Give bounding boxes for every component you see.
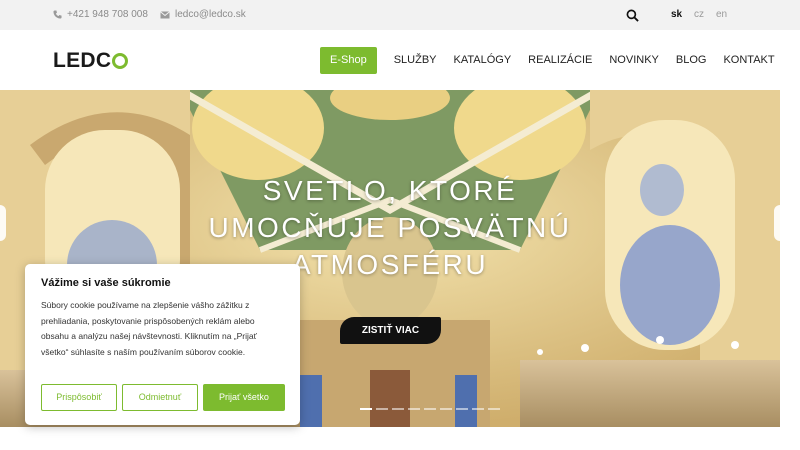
slider-dot[interactable]: [440, 408, 452, 410]
phone-contact[interactable]: +421 948 708 008: [53, 9, 148, 20]
slider-dots: [360, 408, 500, 410]
cookie-consent-dialog: Vážime si vaše súkromie Súbory cookie po…: [25, 264, 300, 425]
lang-cz[interactable]: cz: [694, 9, 704, 20]
nav-item-realizacie[interactable]: REALIZÁCIE: [528, 47, 592, 74]
nav-item-novinky[interactable]: NOVINKY: [609, 47, 659, 74]
slider-dot[interactable]: [424, 408, 436, 410]
cookie-text: Súbory cookie používame na zlepšenie váš…: [41, 300, 257, 357]
lang-en[interactable]: en: [716, 9, 727, 20]
slider-dot[interactable]: [456, 408, 468, 410]
page-right-margin: [780, 90, 800, 427]
nav-item-kontakt[interactable]: KONTAKT: [723, 47, 774, 74]
logo[interactable]: LEDC: [53, 49, 129, 73]
slider-dot[interactable]: [360, 408, 372, 410]
top-bar: +421 948 708 008 ledco@ledco.sk sk cz en: [0, 0, 800, 30]
main-nav: E-Shop SLUŽBY KATALÓGY REALIZÁCIE NOVINK…: [320, 47, 792, 74]
slider-prev-arrow[interactable]: [0, 205, 6, 241]
nav-item-blog[interactable]: BLOG: [676, 47, 707, 74]
logo-ring-icon: [112, 53, 129, 69]
slider-dot[interactable]: [488, 408, 500, 410]
search-icon[interactable]: [626, 9, 639, 22]
header: LEDC E-Shop SLUŽBY KATALÓGY REALIZÁCIE N…: [0, 30, 800, 90]
slider-dot[interactable]: [376, 408, 388, 410]
learn-more-button[interactable]: ZISTIŤ VIAC: [340, 317, 441, 344]
lang-sk[interactable]: sk: [671, 9, 682, 20]
slider-dot[interactable]: [392, 408, 404, 410]
nav-item-sluzby[interactable]: SLUŽBY: [394, 47, 437, 74]
mail-icon: [160, 10, 170, 18]
accept-all-button[interactable]: Prijať všetko: [203, 384, 285, 411]
page-bottom-strip: [0, 427, 800, 450]
phone-number: +421 948 708 008: [67, 9, 148, 20]
slider-dot[interactable]: [408, 408, 420, 410]
eshop-button[interactable]: E-Shop: [320, 47, 377, 74]
cookie-title: Vážime si vaše súkromie: [41, 277, 171, 289]
nav-item-katalogy[interactable]: KATALÓGY: [454, 47, 512, 74]
reject-button[interactable]: Odmietnuť: [122, 384, 198, 411]
cookie-buttons: Prispôsobiť Odmietnuť Prijať všetko: [41, 384, 285, 411]
email-address: ledco@ledco.sk: [175, 9, 246, 20]
logo-text: LEDC: [53, 49, 112, 72]
customize-button[interactable]: Prispôsobiť: [41, 384, 117, 411]
email-contact[interactable]: ledco@ledco.sk: [160, 9, 246, 20]
phone-icon: [53, 10, 62, 19]
slider-dot[interactable]: [472, 408, 484, 410]
